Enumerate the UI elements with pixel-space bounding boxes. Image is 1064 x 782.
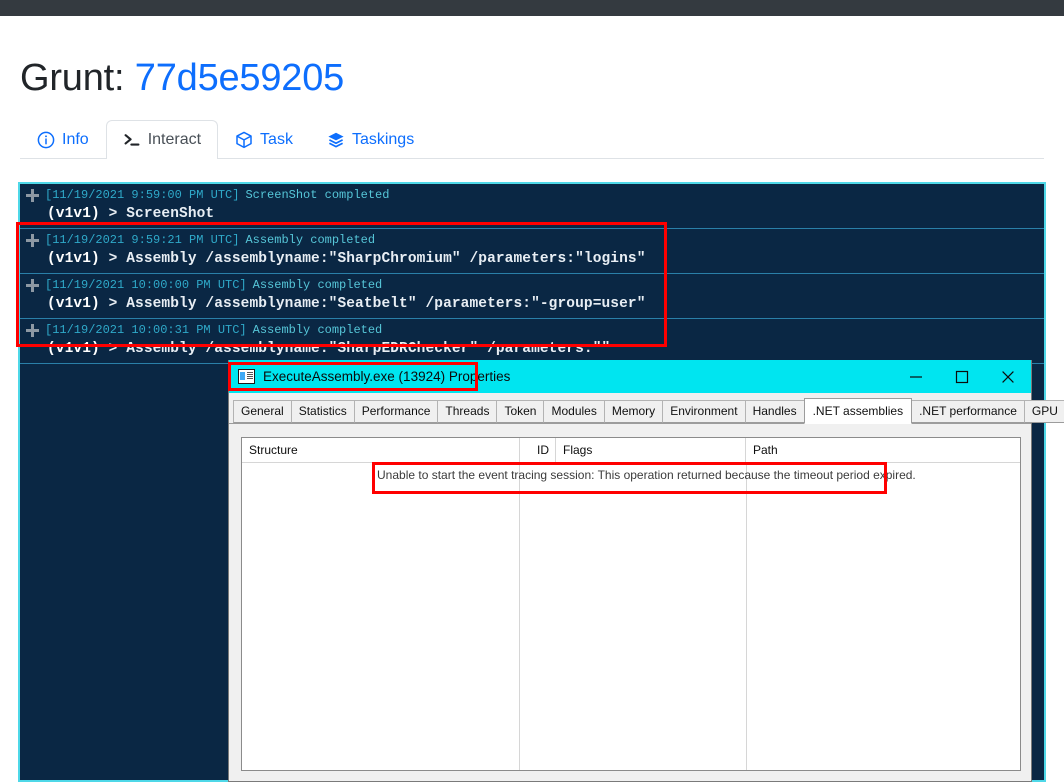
grunt-id-link[interactable]: 77d5e59205	[135, 57, 345, 99]
expand-plus-icon[interactable]	[26, 279, 39, 292]
console-command-text: Assembly /assemblyname:"SharpEDRChecker"…	[126, 341, 611, 357]
ph-tab-statistics[interactable]: Statistics	[290, 400, 355, 423]
column-header-structure[interactable]: Structure	[242, 438, 520, 462]
page-title: Grunt: 77d5e59205	[20, 57, 344, 100]
ph-tab-net-performance[interactable]: .NET performance	[911, 400, 1025, 423]
console-command-line: (v1v1) > Assembly /assemblyname:"SharpED…	[20, 339, 1044, 358]
ph-tab-modules[interactable]: Modules	[543, 400, 605, 423]
listview-gridlines	[242, 462, 1020, 770]
console-status: ScreenShot completed	[245, 188, 390, 202]
ph-tab-threads[interactable]: Threads	[437, 400, 498, 423]
console-entry[interactable]: [11/19/2021 10:00:00 PM UTC] Assembly co…	[20, 274, 1044, 319]
process-properties-window[interactable]: ExecuteAssembly.exe (13924) Properties G…	[228, 360, 1064, 782]
tab-interact-label: Interact	[147, 131, 202, 148]
application-icon	[238, 369, 255, 384]
console-prompt-arrow: >	[99, 296, 127, 312]
listview-header: Structure ID Flags Path	[242, 438, 1020, 463]
tab-interact[interactable]: Interact	[105, 120, 219, 159]
console-entry-meta: [11/19/2021 10:00:00 PM UTC] Assembly co…	[20, 277, 1044, 294]
console-timestamp: [11/19/2021 9:59:21 PM UTC]	[45, 233, 240, 247]
console-entry-meta: [11/19/2021 10:00:31 PM UTC] Assembly co…	[20, 322, 1044, 339]
expand-plus-icon[interactable]	[26, 189, 39, 202]
window-controls	[893, 360, 1031, 393]
window-titlebar[interactable]: ExecuteAssembly.exe (13924) Properties	[229, 360, 1031, 393]
properties-tab-strip: General Statistics Performance Threads T…	[229, 398, 1064, 424]
console-command-text: ScreenShot	[126, 206, 215, 222]
ph-tab-performance[interactable]: Performance	[353, 400, 439, 423]
console-command-line: (v1v1) > ScreenShot	[20, 204, 1044, 223]
console-prompt-user: (v1v1)	[47, 341, 100, 357]
console-command-text: Assembly /assemblyname:"SharpChromium" /…	[126, 251, 646, 267]
console-status: Assembly completed	[252, 278, 383, 292]
console-prompt-user: (v1v1)	[47, 296, 100, 312]
console-command-text: Assembly /assemblyname:"Seatbelt" /param…	[126, 296, 646, 312]
console-prompt-arrow: >	[99, 341, 127, 357]
ph-tab-gpu[interactable]: GPU	[1023, 400, 1064, 423]
ph-tab-environment[interactable]: Environment	[662, 400, 746, 423]
tab-taskings[interactable]: Taskings	[310, 120, 431, 158]
etw-error-message: Unable to start the event tracing sessio…	[377, 468, 916, 482]
ph-tab-token[interactable]: Token	[496, 400, 545, 423]
console-entry[interactable]: [11/19/2021 9:59:21 PM UTC] Assembly com…	[20, 229, 1044, 274]
ph-tab-memory[interactable]: Memory	[603, 400, 664, 423]
tab-info[interactable]: Info	[20, 120, 106, 158]
console-command-line: (v1v1) > Assembly /assemblyname:"SharpCh…	[20, 249, 1044, 268]
close-icon[interactable]	[985, 360, 1031, 393]
ph-tab-handles[interactable]: Handles	[744, 400, 805, 423]
console-entry[interactable]: [11/19/2021 9:59:00 PM UTC] ScreenShot c…	[20, 184, 1044, 229]
column-header-id[interactable]: ID	[520, 438, 556, 462]
console-prompt-user: (v1v1)	[47, 206, 100, 222]
layers-icon	[327, 131, 345, 149]
maximize-icon[interactable]	[939, 360, 985, 393]
gridline	[519, 462, 520, 770]
console-timestamp: [11/19/2021 10:00:00 PM UTC]	[45, 278, 247, 292]
tab-taskings-label: Taskings	[351, 130, 415, 148]
tab-info-label: Info	[62, 130, 89, 148]
console-entry-meta: [11/19/2021 9:59:00 PM UTC] ScreenShot c…	[20, 187, 1044, 204]
expand-plus-icon[interactable]	[26, 324, 39, 337]
assemblies-listview[interactable]: Structure ID Flags Path Unable to start …	[241, 437, 1021, 771]
console-entry[interactable]: [11/19/2021 10:00:31 PM UTC] Assembly co…	[20, 319, 1044, 364]
info-circle-icon	[37, 131, 55, 149]
tab-bar: Info Interact Task Taskings	[20, 120, 1044, 159]
expand-plus-icon[interactable]	[26, 234, 39, 247]
tab-task[interactable]: Task	[218, 120, 310, 158]
properties-tab-content: Structure ID Flags Path Unable to start …	[229, 425, 1031, 781]
console-prompt-arrow: >	[99, 206, 127, 222]
page-title-prefix: Grunt:	[20, 57, 135, 100]
tab-task-label: Task	[260, 130, 293, 148]
ph-tab-net-assemblies[interactable]: .NET assemblies	[803, 398, 913, 424]
gridline	[746, 462, 747, 770]
console-entry-meta: [11/19/2021 9:59:21 PM UTC] Assembly com…	[20, 232, 1044, 249]
ph-tab-general[interactable]: General	[233, 400, 292, 423]
console-prompt-arrow: >	[99, 251, 127, 267]
terminal-prompt-icon	[123, 131, 141, 149]
console-prompt-user: (v1v1)	[47, 251, 100, 267]
console-status: Assembly completed	[252, 323, 383, 337]
column-header-path[interactable]: Path	[746, 438, 1016, 462]
column-header-flags[interactable]: Flags	[556, 438, 746, 462]
cube-icon	[235, 131, 253, 149]
console-timestamp: [11/19/2021 9:59:00 PM UTC]	[45, 188, 240, 202]
minimize-icon[interactable]	[893, 360, 939, 393]
console-status: Assembly completed	[245, 233, 376, 247]
window-title: ExecuteAssembly.exe (13924) Properties	[263, 369, 511, 384]
console-command-line: (v1v1) > Assembly /assemblyname:"Seatbel…	[20, 294, 1044, 313]
top-dark-bar	[0, 0, 1064, 16]
console-timestamp: [11/19/2021 10:00:31 PM UTC]	[45, 323, 247, 337]
